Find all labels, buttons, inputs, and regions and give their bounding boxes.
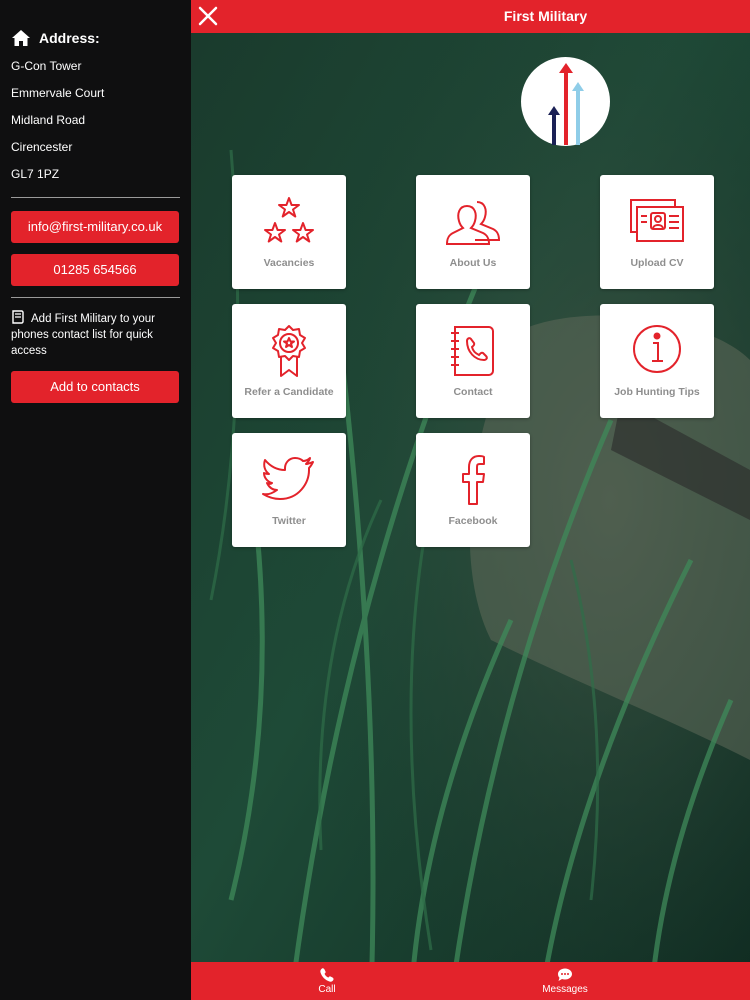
arrows-logo-icon	[548, 63, 584, 145]
address-line: Midland Road	[11, 113, 86, 127]
tile-refer-candidate[interactable]: Refer a Candidate	[232, 304, 346, 418]
twitter-icon	[262, 457, 314, 500]
bottom-nav: Call Messages	[191, 962, 750, 1000]
add-to-contacts-button[interactable]: Add to contacts	[11, 371, 179, 403]
divider	[11, 297, 180, 298]
tile-label: Refer a Candidate	[244, 386, 334, 398]
tile-about-us[interactable]: About Us	[416, 175, 530, 289]
tile-contact[interactable]: Contact	[416, 304, 530, 418]
phone-icon	[320, 968, 334, 982]
info-icon	[633, 325, 681, 373]
tile-twitter[interactable]: Twitter	[232, 433, 346, 547]
company-logo	[521, 57, 610, 146]
address-line: Emmervale Court	[11, 86, 105, 100]
address-line: GL7 1PZ	[11, 167, 60, 181]
facebook-icon	[462, 455, 485, 505]
tile-vacancies[interactable]: Vacancies	[232, 175, 346, 289]
sidebar: Address: G-Con Tower Emmervale Court Mid…	[0, 0, 191, 1000]
main-panel: First Military Vacancies About Us Upload…	[191, 0, 750, 1000]
tile-facebook[interactable]: Facebook	[416, 433, 530, 547]
header-bar: First Military	[191, 0, 750, 33]
rosette-icon	[272, 325, 306, 377]
tile-label: About Us	[449, 257, 497, 269]
tile-label: Upload CV	[630, 257, 684, 269]
email-button[interactable]: info@first-military.co.uk	[11, 211, 179, 243]
address-header: Address:	[11, 27, 180, 49]
contact-note-text: Add First Military to your phones contac…	[11, 313, 155, 357]
address-title: Address:	[39, 30, 100, 46]
tile-label: Facebook	[448, 515, 498, 527]
app-title: First Military	[503, 8, 588, 24]
tile-label: Contact	[453, 386, 493, 398]
call-button[interactable]: Call	[287, 962, 367, 1000]
tile-label: Job Hunting Tips	[614, 386, 700, 398]
phone-button[interactable]: 01285 654566	[11, 254, 179, 286]
stars-icon	[264, 197, 314, 243]
call-label: Call	[318, 984, 336, 995]
address-line: Cirencester	[11, 140, 73, 154]
messages-label: Messages	[542, 984, 588, 995]
home-icon	[12, 30, 30, 46]
address-lines: G-Con Tower Emmervale Court Midland Road…	[11, 53, 180, 188]
tile-label: Vacancies	[263, 257, 315, 269]
tile-label: Twitter	[272, 515, 306, 527]
tile-upload-cv[interactable]: Upload CV	[600, 175, 714, 289]
chat-bubble-icon	[558, 968, 572, 981]
divider	[11, 197, 180, 198]
contact-book-icon	[451, 326, 494, 376]
people-icon	[445, 201, 501, 245]
contact-note: Add First Military to your phones contac…	[11, 310, 180, 359]
address-line: G-Con Tower	[11, 59, 82, 73]
address-book-icon	[12, 310, 24, 324]
tile-job-hunting-tips[interactable]: Job Hunting Tips	[600, 304, 714, 418]
cv-icon	[630, 199, 684, 242]
messages-button[interactable]: Messages	[525, 962, 605, 1000]
